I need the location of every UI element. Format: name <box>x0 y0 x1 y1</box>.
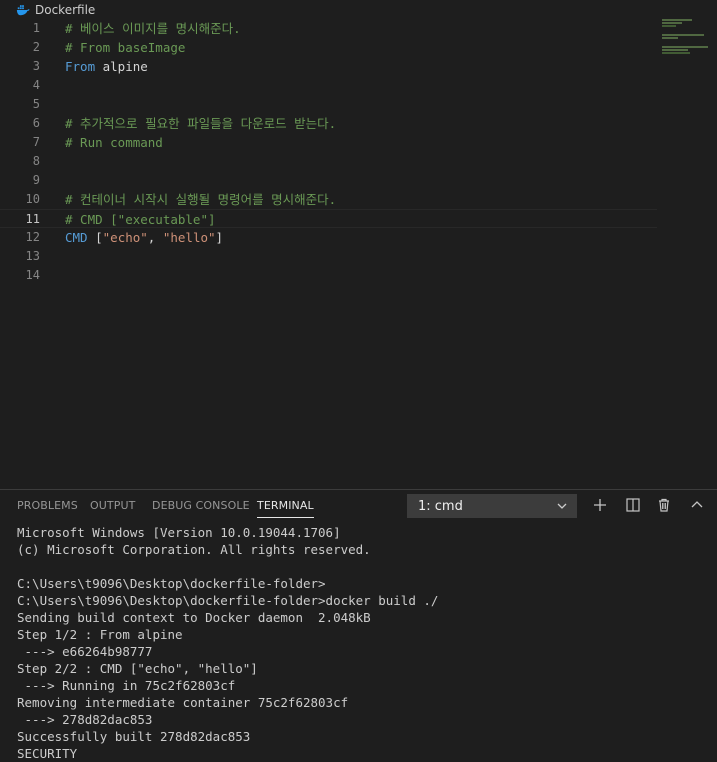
panel-tabs: PROBLEMS OUTPUT DEBUG CONSOLE TERMINAL 1… <box>0 490 717 522</box>
code-line[interactable]: 7 # Run command <box>0 133 657 152</box>
docker-whale-icon <box>16 5 30 16</box>
code-line[interactable]: 5 <box>0 95 657 114</box>
code-line[interactable]: 2 # From baseImage <box>0 38 657 57</box>
code-line[interactable]: 14 <box>0 266 657 285</box>
code-line[interactable]: 11 # CMD ["executable"] <box>0 209 657 228</box>
code-line[interactable]: 10 # 컨테이너 시작시 실행될 명령어를 명시해준다. <box>0 190 657 209</box>
code-text: # Run command <box>65 133 163 152</box>
terminal-line: C:\Users\t9096\Desktop\dockerfile-folder… <box>17 576 326 591</box>
code-line[interactable]: 12 CMD ["echo", "hello"] <box>0 228 657 247</box>
breadcrumb-file-label: Dockerfile <box>35 3 96 17</box>
code-token: alpine <box>95 59 148 74</box>
line-number: 7 <box>32 135 40 149</box>
terminal-line: Sending build context to Docker daemon 2… <box>17 610 371 625</box>
line-number: 4 <box>32 78 40 92</box>
line-number: 13 <box>25 249 40 263</box>
terminal-line: Successfully built 278d82dac853 <box>17 729 251 744</box>
line-number: 6 <box>32 116 40 130</box>
terminal-line: Step 2/2 : CMD ["echo", "hello"] <box>17 661 258 676</box>
line-number: 10 <box>25 192 40 206</box>
chevron-down-icon <box>557 503 567 509</box>
code-text: # From baseImage <box>65 38 185 57</box>
code-text: # CMD ["executable"] <box>65 210 216 229</box>
code-token: CMD <box>65 230 88 245</box>
code-token: # CMD ["executable"] <box>65 212 216 227</box>
code-line[interactable]: 3 From alpine <box>0 57 657 76</box>
line-number: 12 <box>25 230 40 244</box>
code-line[interactable]: 6 # 추가적으로 필요한 파일들을 다운로드 받는다. <box>0 114 657 133</box>
trash-icon[interactable] <box>655 496 673 514</box>
terminal-line: Microsoft Windows [Version 10.0.19044.17… <box>17 525 341 540</box>
code-text: # 추가적으로 필요한 파일들을 다운로드 받는다. <box>65 114 336 133</box>
chevron-up-icon[interactable] <box>688 496 706 514</box>
code-token: "echo" <box>102 230 148 245</box>
code-editor[interactable]: 1 # 베이스 이미지를 명시해준다. 2 # From baseImage 3 From… <box>0 19 717 489</box>
code-token: # 베이스 이미지를 명시해준다. <box>65 21 241 36</box>
code-token: # From baseImage <box>65 40 186 55</box>
code-text: # 베이스 이미지를 명시해준다. <box>65 19 241 38</box>
terminal-select[interactable]: 1: cmd <box>407 494 577 518</box>
terminal-line: SECURITY <box>17 746 78 761</box>
minimap[interactable] <box>662 19 712 79</box>
line-number: 1 <box>32 21 40 35</box>
code-text: From alpine <box>65 57 148 76</box>
code-token: ] <box>215 230 224 245</box>
split-terminal-icon[interactable] <box>624 496 642 514</box>
line-number: 5 <box>32 97 40 111</box>
code-line[interactable]: 9 <box>0 171 657 190</box>
code-token: # Run command <box>65 135 163 150</box>
code-text: CMD ["echo", "hello"] <box>65 228 223 247</box>
terminal-line: ---> 278d82dac853 <box>17 712 153 727</box>
line-number: 11 <box>25 212 40 226</box>
code-line[interactable]: 1 # 베이스 이미지를 명시해준다. <box>0 19 657 38</box>
code-line[interactable]: 13 <box>0 247 657 266</box>
line-number: 2 <box>32 40 40 54</box>
line-number: 14 <box>25 268 40 282</box>
terminal-line: ---> e66264b98777 <box>17 644 153 659</box>
code-token: [ <box>87 230 103 245</box>
tab-terminal[interactable]: TERMINAL <box>257 499 314 518</box>
terminal-line: ---> Running in 75c2f62803cf <box>17 678 236 693</box>
tab-debug-console[interactable]: DEBUG CONSOLE <box>152 499 250 512</box>
line-number: 8 <box>32 154 40 168</box>
line-number: 9 <box>32 173 40 187</box>
code-text: # 컨테이너 시작시 실행될 명령어를 명시해준다. <box>65 190 336 209</box>
plus-icon[interactable] <box>591 496 609 514</box>
terminal-line: C:\Users\t9096\Desktop\dockerfile-folder… <box>17 593 439 608</box>
tab-output[interactable]: OUTPUT <box>90 499 135 512</box>
code-line[interactable]: 8 <box>0 152 657 171</box>
code-token: From <box>65 59 96 74</box>
code-token: # 추가적으로 필요한 파일들을 다운로드 받는다. <box>65 116 337 131</box>
code-token: "hello" <box>162 230 216 245</box>
terminal-line: Removing intermediate container 75c2f628… <box>17 695 349 710</box>
line-number: 3 <box>32 59 40 73</box>
tab-problems[interactable]: PROBLEMS <box>17 499 78 512</box>
terminal-output[interactable]: Microsoft Windows [Version 10.0.19044.17… <box>17 524 717 762</box>
bottom-panel: PROBLEMS OUTPUT DEBUG CONSOLE TERMINAL 1… <box>0 489 717 761</box>
breadcrumb[interactable]: Dockerfile <box>0 0 717 20</box>
code-token: # 컨테이너 시작시 실행될 명령어를 명시해준다. <box>65 192 337 207</box>
terminal-line: (c) Microsoft Corporation. All rights re… <box>17 542 371 557</box>
code-token: , <box>147 230 163 245</box>
terminal-select-value: 1: cmd <box>418 498 463 514</box>
terminal-line: Step 1/2 : From alpine <box>17 627 183 642</box>
code-line[interactable]: 4 <box>0 76 657 95</box>
